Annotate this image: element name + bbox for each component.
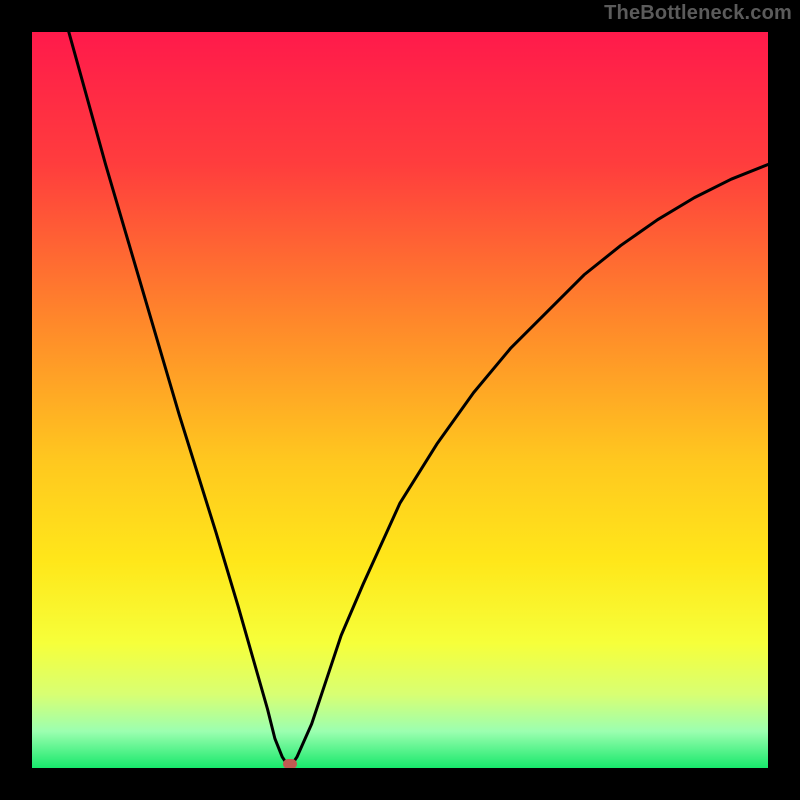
optimal-point-marker [283,759,297,768]
chart-frame: TheBottleneck.com [0,0,800,800]
bottleneck-curve [32,32,768,768]
watermark-text: TheBottleneck.com [604,2,792,25]
plot-area [32,32,768,768]
